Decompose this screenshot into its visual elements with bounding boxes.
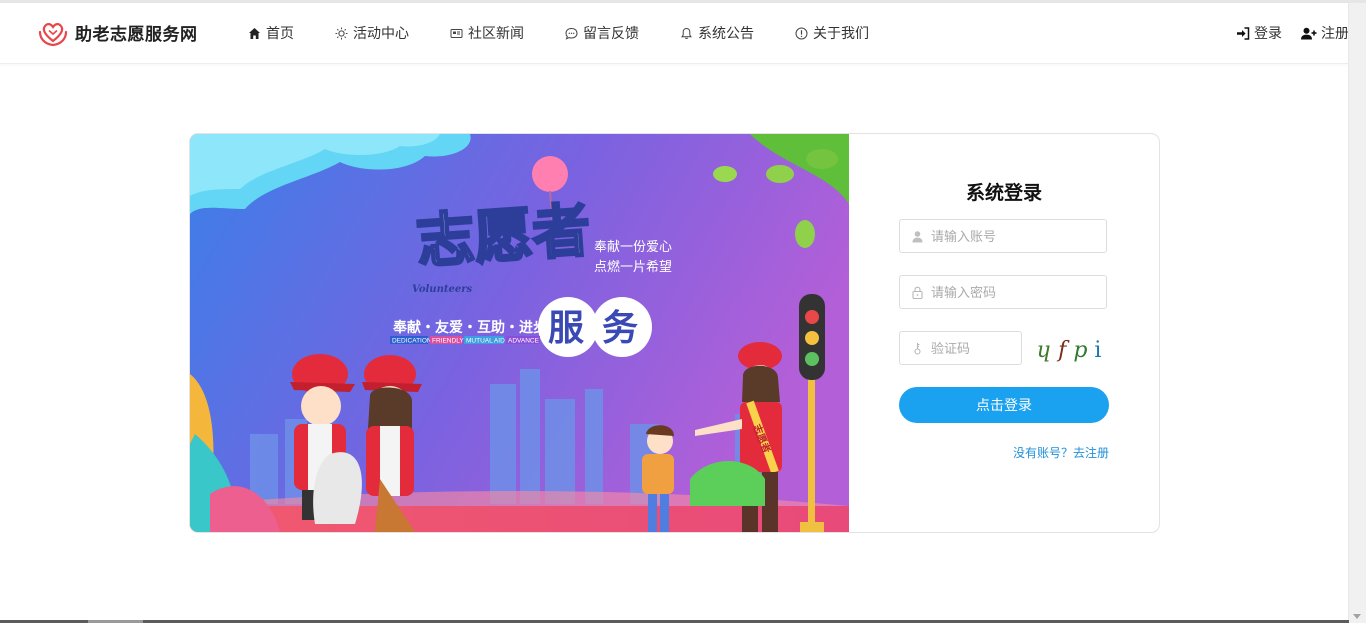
nav-item-home[interactable]: 首页 — [248, 23, 294, 43]
captcha-input[interactable] — [931, 340, 1011, 356]
captcha-char: i — [1094, 337, 1102, 363]
news-icon — [450, 28, 463, 38]
heart-hands-icon — [38, 22, 68, 47]
banner-title-main: 志愿者 — [414, 198, 592, 275]
captcha-char: p — [1073, 337, 1088, 363]
vertical-scrollbar[interactable] — [1348, 3, 1366, 623]
home-icon — [249, 27, 260, 39]
key-icon — [914, 342, 921, 355]
nav-item-activity[interactable]: 活动中心 — [335, 23, 409, 43]
login-link[interactable]: 登录 — [1236, 23, 1282, 43]
nav-item-notice[interactable]: 系统公告 — [680, 23, 754, 43]
nav-label: 活动中心 — [353, 25, 409, 41]
banner-title-sub: 服务 — [548, 307, 656, 348]
banner-value-en: DEDICATION — [392, 338, 432, 345]
banner-value-en: FRIENDLY — [432, 338, 464, 345]
nav-label: 留言反馈 — [583, 25, 639, 41]
bell-icon — [681, 27, 692, 39]
scroll-down-arrow-icon[interactable] — [1353, 614, 1361, 619]
nav-label: 首页 — [266, 25, 294, 41]
captcha-char: ɥ — [1037, 337, 1052, 363]
password-input[interactable] — [931, 284, 1081, 300]
brand-name: 助老志愿服务网 — [75, 24, 198, 44]
captcha-field[interactable] — [899, 331, 1022, 365]
nav-label: 关于我们 — [813, 25, 869, 41]
login-form: 系统登录 ɥ f p i 点击登录 没有账号？去注册 — [849, 134, 1159, 532]
register-link[interactable]: 注册 — [1301, 23, 1349, 43]
login-card: 志愿者 Volunteers 服务 奉献一份爱心 点燃一片希望 奉献・友爱・互助… — [189, 133, 1160, 533]
banner-slogan-line2: 点燃一片希望 — [594, 259, 672, 274]
user-links: 登录 注册 — [1236, 3, 1349, 63]
top-navbar: 助老志愿服务网 首页 活动中心 社区新闻 留言反馈 系统公告 关于我们 登录 注… — [0, 3, 1349, 64]
sun-icon — [335, 27, 348, 39]
volunteer-illustration: 志愿者 Volunteers 服务 奉献一份爱心 点燃一片希望 奉献・友爱・互助… — [190, 134, 849, 532]
volunteer-banner: 志愿者 Volunteers 服务 奉献一份爱心 点燃一片希望 奉献・友爱・互助… — [190, 134, 849, 532]
login-title: 系统登录 — [965, 183, 1042, 204]
sign-in-icon — [1237, 26, 1250, 40]
nav-label: 系统公告 — [698, 25, 754, 41]
nav-item-about[interactable]: 关于我们 — [795, 23, 869, 43]
username-input[interactable] — [931, 228, 1081, 244]
password-field[interactable] — [899, 275, 1107, 309]
go-register-link[interactable]: 没有账号？去注册 — [1013, 444, 1109, 461]
banner-value-en: MUTUAL AID — [466, 338, 505, 345]
username-field[interactable] — [899, 219, 1107, 253]
user-plus-icon — [1301, 27, 1317, 39]
user-icon — [912, 230, 923, 242]
lock-icon — [912, 286, 923, 299]
banner-value-en: ADVANCE — [508, 338, 540, 345]
nav-label: 社区新闻 — [468, 25, 524, 41]
captcha-char: f — [1058, 337, 1067, 363]
login-submit-button[interactable]: 点击登录 — [899, 387, 1109, 423]
info-icon — [795, 27, 808, 39]
nav-item-news[interactable]: 社区新闻 — [450, 23, 524, 43]
banner-slogan-line1: 奉献一份爱心 — [594, 239, 672, 254]
brand[interactable]: 助老志愿服务网 — [38, 17, 198, 47]
captcha-image[interactable]: ɥ f p i — [1037, 336, 1109, 364]
banner-values-cn: 奉献・友爱・互助・进步 — [393, 319, 547, 335]
chat-icon — [565, 27, 578, 40]
register-link-label: 注册 — [1321, 25, 1349, 41]
main-nav: 首页 活动中心 社区新闻 留言反馈 系统公告 关于我们 — [248, 3, 910, 63]
banner-english-title: Volunteers — [412, 284, 472, 295]
login-link-label: 登录 — [1254, 25, 1282, 41]
nav-item-feedback[interactable]: 留言反馈 — [565, 23, 639, 43]
